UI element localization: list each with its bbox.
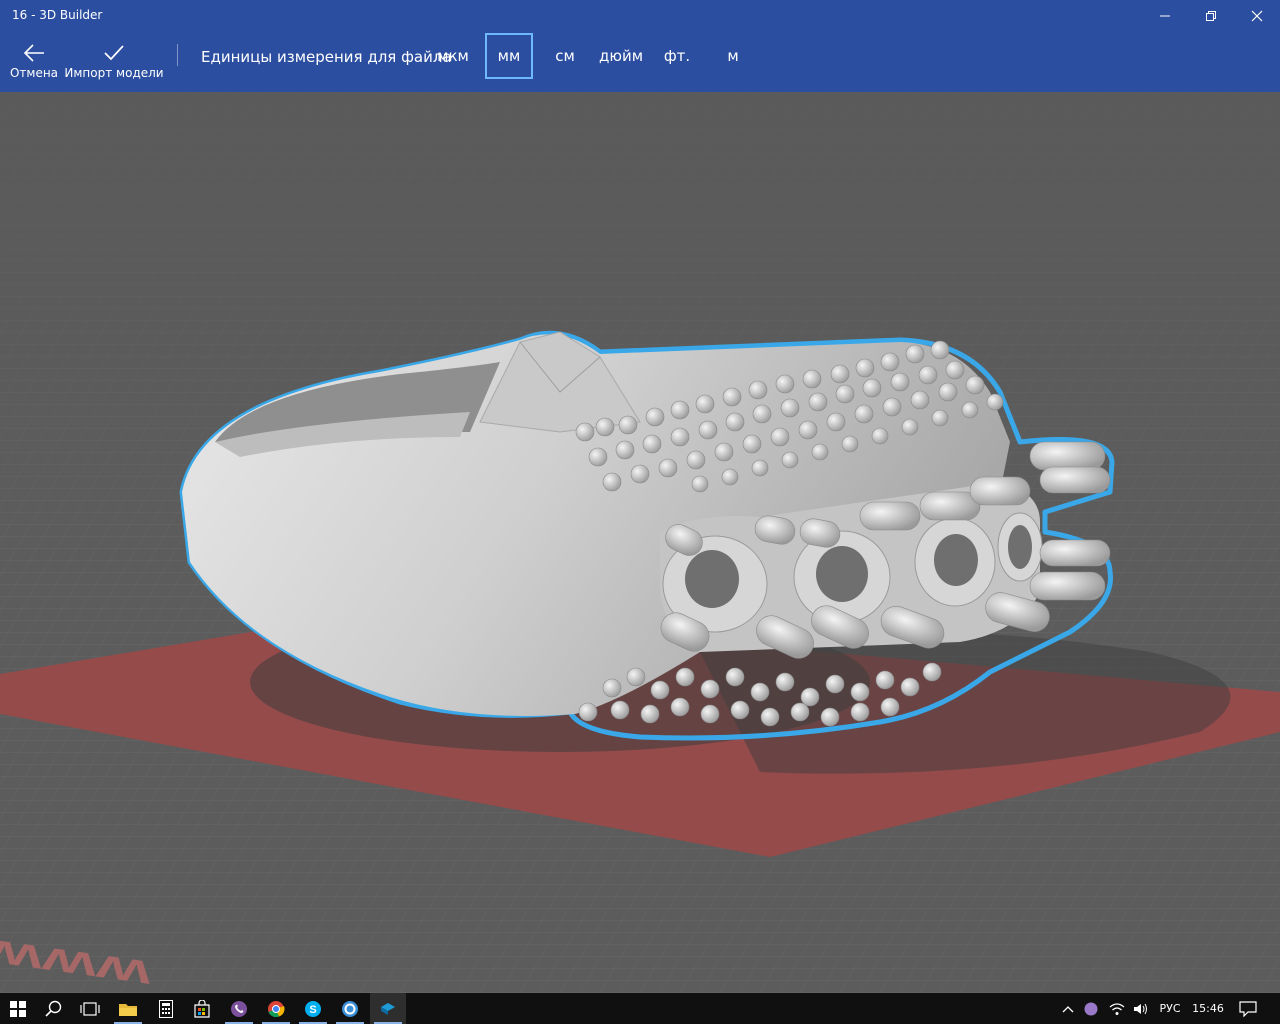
unit-option-label: мм [497,47,521,65]
tray-language[interactable]: РУС [1154,993,1186,1024]
taskbar-file-explorer[interactable] [110,993,146,1024]
chrome-icon [268,1000,285,1017]
close-icon [1251,10,1263,22]
calculator-icon [159,999,173,1018]
windows-logo-icon [10,1000,26,1017]
taskbar-3d-builder[interactable] [370,993,406,1024]
command-bar: Отмена Импорт модели Единицы измерения д… [0,32,1280,92]
skype-icon: S [305,1000,321,1017]
import-model-label: Импорт модели [64,66,164,80]
taskbar-chrome[interactable] [258,993,294,1024]
clock-time: 15:46 [1192,1002,1224,1015]
language-indicator: РУС [1159,1002,1181,1015]
folder-icon [119,1003,137,1016]
unit-option-mm[interactable]: мм [485,33,533,79]
cancel-button[interactable]: Отмена [8,32,60,92]
unit-option-label: м [727,47,739,65]
unit-option-label: мкм [437,47,469,65]
taskbar-calculator[interactable] [148,993,184,1024]
import-model-button[interactable]: Импорт модели [64,32,164,92]
command-separator [177,44,178,66]
unit-option-label: см [555,47,575,65]
notification-icon [1239,1000,1257,1017]
scene-canvas[interactable]: WWW [0,92,1280,993]
3d-builder-icon [381,1002,395,1015]
restore-icon [1206,11,1216,21]
unit-option-um[interactable]: мкм [433,33,473,79]
action-center-button[interactable] [1232,993,1264,1024]
unit-option-label: дюйм [598,47,644,65]
title-bar: 16 - 3D Builder [0,0,1280,32]
3d-viewport[interactable]: WWW [0,92,1280,993]
unit-option-label: фт. [663,47,691,65]
taskbar: S РУС 15:46 [0,993,1280,1024]
taskbar-app[interactable] [332,993,368,1024]
taskbar-store[interactable] [184,993,220,1024]
close-button[interactable] [1234,0,1280,32]
task-view-button[interactable] [72,993,108,1024]
start-button[interactable] [0,993,36,1024]
tray-overflow-button[interactable] [1058,993,1078,1024]
tray-clock[interactable]: 15:46 [1188,993,1228,1024]
checkmark-icon [104,45,124,61]
task-view-icon [80,1001,100,1016]
minimize-icon [1160,15,1170,17]
tray-volume[interactable] [1130,993,1152,1024]
unit-option-cm[interactable]: см [547,33,583,79]
unit-option-inch[interactable]: дюйм [595,33,647,79]
restore-button[interactable] [1188,0,1234,32]
unit-option-ft[interactable]: фт. [659,33,695,79]
cancel-label: Отмена [9,66,59,80]
tray-network[interactable] [1105,993,1129,1024]
circle-app-icon [342,1000,358,1017]
window-title: 16 - 3D Builder [12,8,103,22]
taskbar-viber[interactable] [221,993,257,1024]
volume-icon [1134,1003,1147,1014]
unit-option-m[interactable]: м [717,33,749,79]
viber-tray-icon [1084,1002,1098,1015]
tray-viber[interactable] [1080,993,1102,1024]
search-button[interactable] [36,993,72,1024]
search-icon [45,1000,62,1017]
chevron-up-icon [1062,1005,1074,1012]
units-label: Единицы измерения для файла [201,48,452,66]
viber-icon [231,1000,247,1017]
back-arrow-icon [23,44,44,62]
network-icon [1109,1002,1125,1015]
taskbar-skype[interactable]: S [295,993,331,1024]
svg-text:S: S [309,1004,316,1016]
store-icon [194,999,210,1018]
minimize-button[interactable] [1142,0,1188,32]
